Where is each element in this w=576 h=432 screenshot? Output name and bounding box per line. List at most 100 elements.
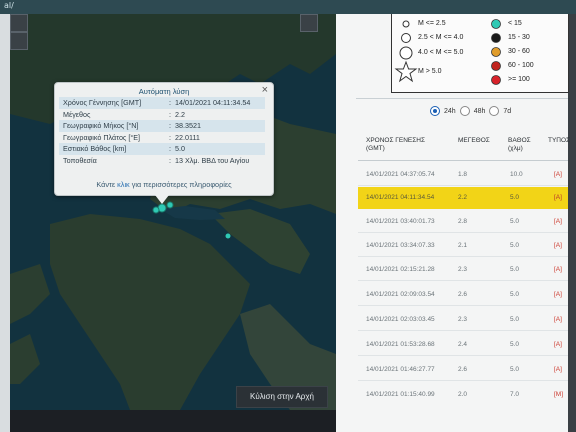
- cell-type-link[interactable]: [M]: [554, 391, 563, 398]
- table-row[interactable]: 14/01/2021 03:40:01.73 2.8 5.0 [A]: [358, 211, 568, 233]
- header-divider: [358, 160, 568, 161]
- zoom-in-button[interactable]: [10, 14, 28, 32]
- map-terrain: [10, 14, 336, 410]
- table-row[interactable]: 14/01/2021 01:46:27.77 2.6 5.0 [A]: [358, 359, 568, 381]
- popup-title: Αυτόματη λύση: [138, 87, 190, 96]
- radio-7d-label[interactable]: 7d: [503, 108, 511, 115]
- table-row[interactable]: 14/01/2021 01:53:28.68 2.4 5.0 [A]: [358, 334, 568, 356]
- time-filter: 24h 48h 7d: [430, 106, 511, 116]
- table-row[interactable]: 14/01/2021 02:15:21.28 2.3 5.0 [A]: [358, 259, 568, 281]
- depth-color-4-icon: [491, 75, 501, 85]
- popup-value: 38.3521: [175, 121, 201, 130]
- radio-48h[interactable]: [459, 106, 470, 116]
- popup-value: 5.0: [175, 144, 185, 153]
- depth-color-3-icon: [491, 61, 501, 71]
- scroll-to-top-button[interactable]: Κύλιση στην Αρχή: [236, 386, 328, 408]
- depth-color-2-icon: [491, 47, 501, 57]
- popup-value: 22.0111: [175, 132, 200, 142]
- cell-type-link[interactable]: [A]: [554, 194, 562, 201]
- more-suffix: για περισσότερες πληροφορίες: [131, 180, 232, 189]
- popup-label: Μέγεθος: [63, 109, 91, 119]
- circle-small-icon: [402, 20, 410, 28]
- cell-type-link[interactable]: [A]: [554, 242, 562, 249]
- table-row[interactable]: 14/01/2021 03:34:07.33 2.1 5.0 [A]: [358, 235, 568, 257]
- cell-depth: 5.0: [510, 366, 520, 373]
- cell-time: 14/01/2021 04:11:34.54: [366, 194, 435, 201]
- popup-value: 13 Χλμ. ΒΒΔ του Αιγίου: [175, 155, 250, 165]
- popup-label: Εστιακό Βάθος [km]: [63, 144, 127, 153]
- cell-magnitude: 2.3: [458, 266, 468, 273]
- cell-magnitude: 2.6: [458, 366, 468, 373]
- table-row[interactable]: 14/01/2021 04:37:05.74 1.8 10.0 [A]: [358, 164, 568, 186]
- cell-type-link[interactable]: [A]: [554, 366, 562, 373]
- popup-value: 2.2: [175, 109, 185, 119]
- popup-row: Χρόνος Γέννησης [GMT]:14/01/2021 04:11:3…: [59, 97, 265, 109]
- browser-tab-bar: al/: [0, 0, 576, 14]
- popup-row: Εστιακό Βάθος [km]:5.0: [59, 143, 265, 155]
- more-prefix: Κάντε: [96, 180, 116, 189]
- cell-magnitude: 2.3: [458, 316, 468, 323]
- event-popup: × Αυτόματη λύση Χρόνος Γέννησης [GMT]:14…: [54, 82, 274, 204]
- cell-time: 14/01/2021 03:34:07.33: [366, 242, 435, 249]
- more-info-link[interactable]: κλικ: [117, 180, 130, 189]
- col-header-time[interactable]: ΧΡΟΝΟΣ ΓΕΝΕΣΗΣ (GMT): [366, 137, 425, 153]
- popup-more-info: Κάντε κλικ για περισσότερες πληροφορίες: [55, 180, 273, 189]
- table-row[interactable]: 14/01/2021 02:09:03.54 2.6 5.0 [A]: [358, 284, 568, 306]
- radio-48h-label[interactable]: 48h: [474, 108, 486, 115]
- legend-depth-3: 60 - 100: [508, 62, 534, 69]
- cell-magnitude: 2.6: [458, 291, 468, 298]
- cell-time: 14/01/2021 02:03:03.45: [366, 316, 435, 323]
- table-row[interactable]: 14/01/2021 02:03:03.45 2.3 5.0 [A]: [358, 309, 568, 331]
- cell-depth: 5.0: [510, 266, 520, 273]
- row-divider: [358, 185, 568, 186]
- cell-type-link[interactable]: [A]: [554, 171, 562, 178]
- row-divider: [358, 380, 568, 381]
- row-divider: [358, 280, 568, 281]
- row-divider: [358, 305, 568, 306]
- popup-label: Γεωγραφικό Πλάτος [°E]: [63, 132, 141, 142]
- cell-magnitude: 2.0: [458, 391, 468, 398]
- popup-value: 14/01/2021 04:11:34.54: [175, 98, 251, 107]
- map-layer-button[interactable]: [300, 14, 318, 32]
- row-divider: [358, 330, 568, 331]
- col-header-magnitude[interactable]: ΜΕΓΕΘΟΣ: [458, 137, 490, 145]
- legend-magnitude-0: M <= 2.5: [418, 20, 446, 27]
- cell-depth: 7.0: [510, 391, 520, 398]
- tab-title[interactable]: al/: [4, 1, 14, 10]
- col-header-depth[interactable]: ΒΑΘΟΣ (χλμ): [508, 137, 531, 153]
- col-header-type[interactable]: ΤΥΠΟΣ: [548, 137, 570, 145]
- zoom-out-button[interactable]: [10, 32, 28, 50]
- popup-label: Τοποθεσία: [63, 155, 97, 165]
- cell-time: 14/01/2021 03:40:01.73: [366, 218, 435, 225]
- cell-type-link[interactable]: [A]: [554, 341, 562, 348]
- depth-color-1-icon: [491, 33, 501, 43]
- cell-depth: 10.0: [510, 171, 523, 178]
- popup-details: Χρόνος Γέννησης [GMT]:14/01/2021 04:11:3…: [59, 97, 265, 166]
- cell-type-link[interactable]: [A]: [554, 218, 562, 225]
- legend-depth-0: < 15: [508, 20, 522, 27]
- legend-magnitude-1: 2.5 < M <= 4.0: [418, 34, 464, 41]
- cell-depth: 5.0: [510, 218, 520, 225]
- cell-type-link[interactable]: [A]: [554, 291, 562, 298]
- cell-magnitude: 2.8: [458, 218, 468, 225]
- cell-type-link[interactable]: [A]: [554, 316, 562, 323]
- radio-24h-label[interactable]: 24h: [444, 108, 456, 115]
- seismic-map[interactable]: [10, 14, 336, 410]
- table-row-selected[interactable]: 14/01/2021 04:11:34.54 2.2 5.0 [A]: [358, 187, 568, 209]
- popup-label: Χρόνος Γέννησης [GMT]: [63, 98, 142, 107]
- cell-magnitude: 2.2: [458, 194, 468, 201]
- depth-color-0-icon: [491, 19, 501, 29]
- left-edge: [0, 14, 10, 432]
- radio-24h[interactable]: [430, 106, 440, 116]
- cell-type-link[interactable]: [A]: [554, 266, 562, 273]
- popup-row: Τοποθεσία:13 Χλμ. ΒΒΔ του Αιγίου: [59, 155, 265, 167]
- cell-depth: 5.0: [510, 341, 520, 348]
- popup-row: Γεωγραφικό Μήκος [°N]:38.3521: [59, 120, 265, 132]
- cell-time: 14/01/2021 01:53:28.68: [366, 341, 435, 348]
- legend-depth-2: 30 - 60: [508, 48, 530, 55]
- cell-time: 14/01/2021 02:15:21.28: [366, 266, 435, 273]
- table-row[interactable]: 14/01/2021 01:15:40.99 2.0 7.0 [M]: [358, 384, 568, 406]
- cell-time: 14/01/2021 04:37:05.74: [366, 171, 435, 178]
- popup-row: Μέγεθος:2.2: [59, 109, 265, 121]
- radio-7d[interactable]: [489, 106, 500, 116]
